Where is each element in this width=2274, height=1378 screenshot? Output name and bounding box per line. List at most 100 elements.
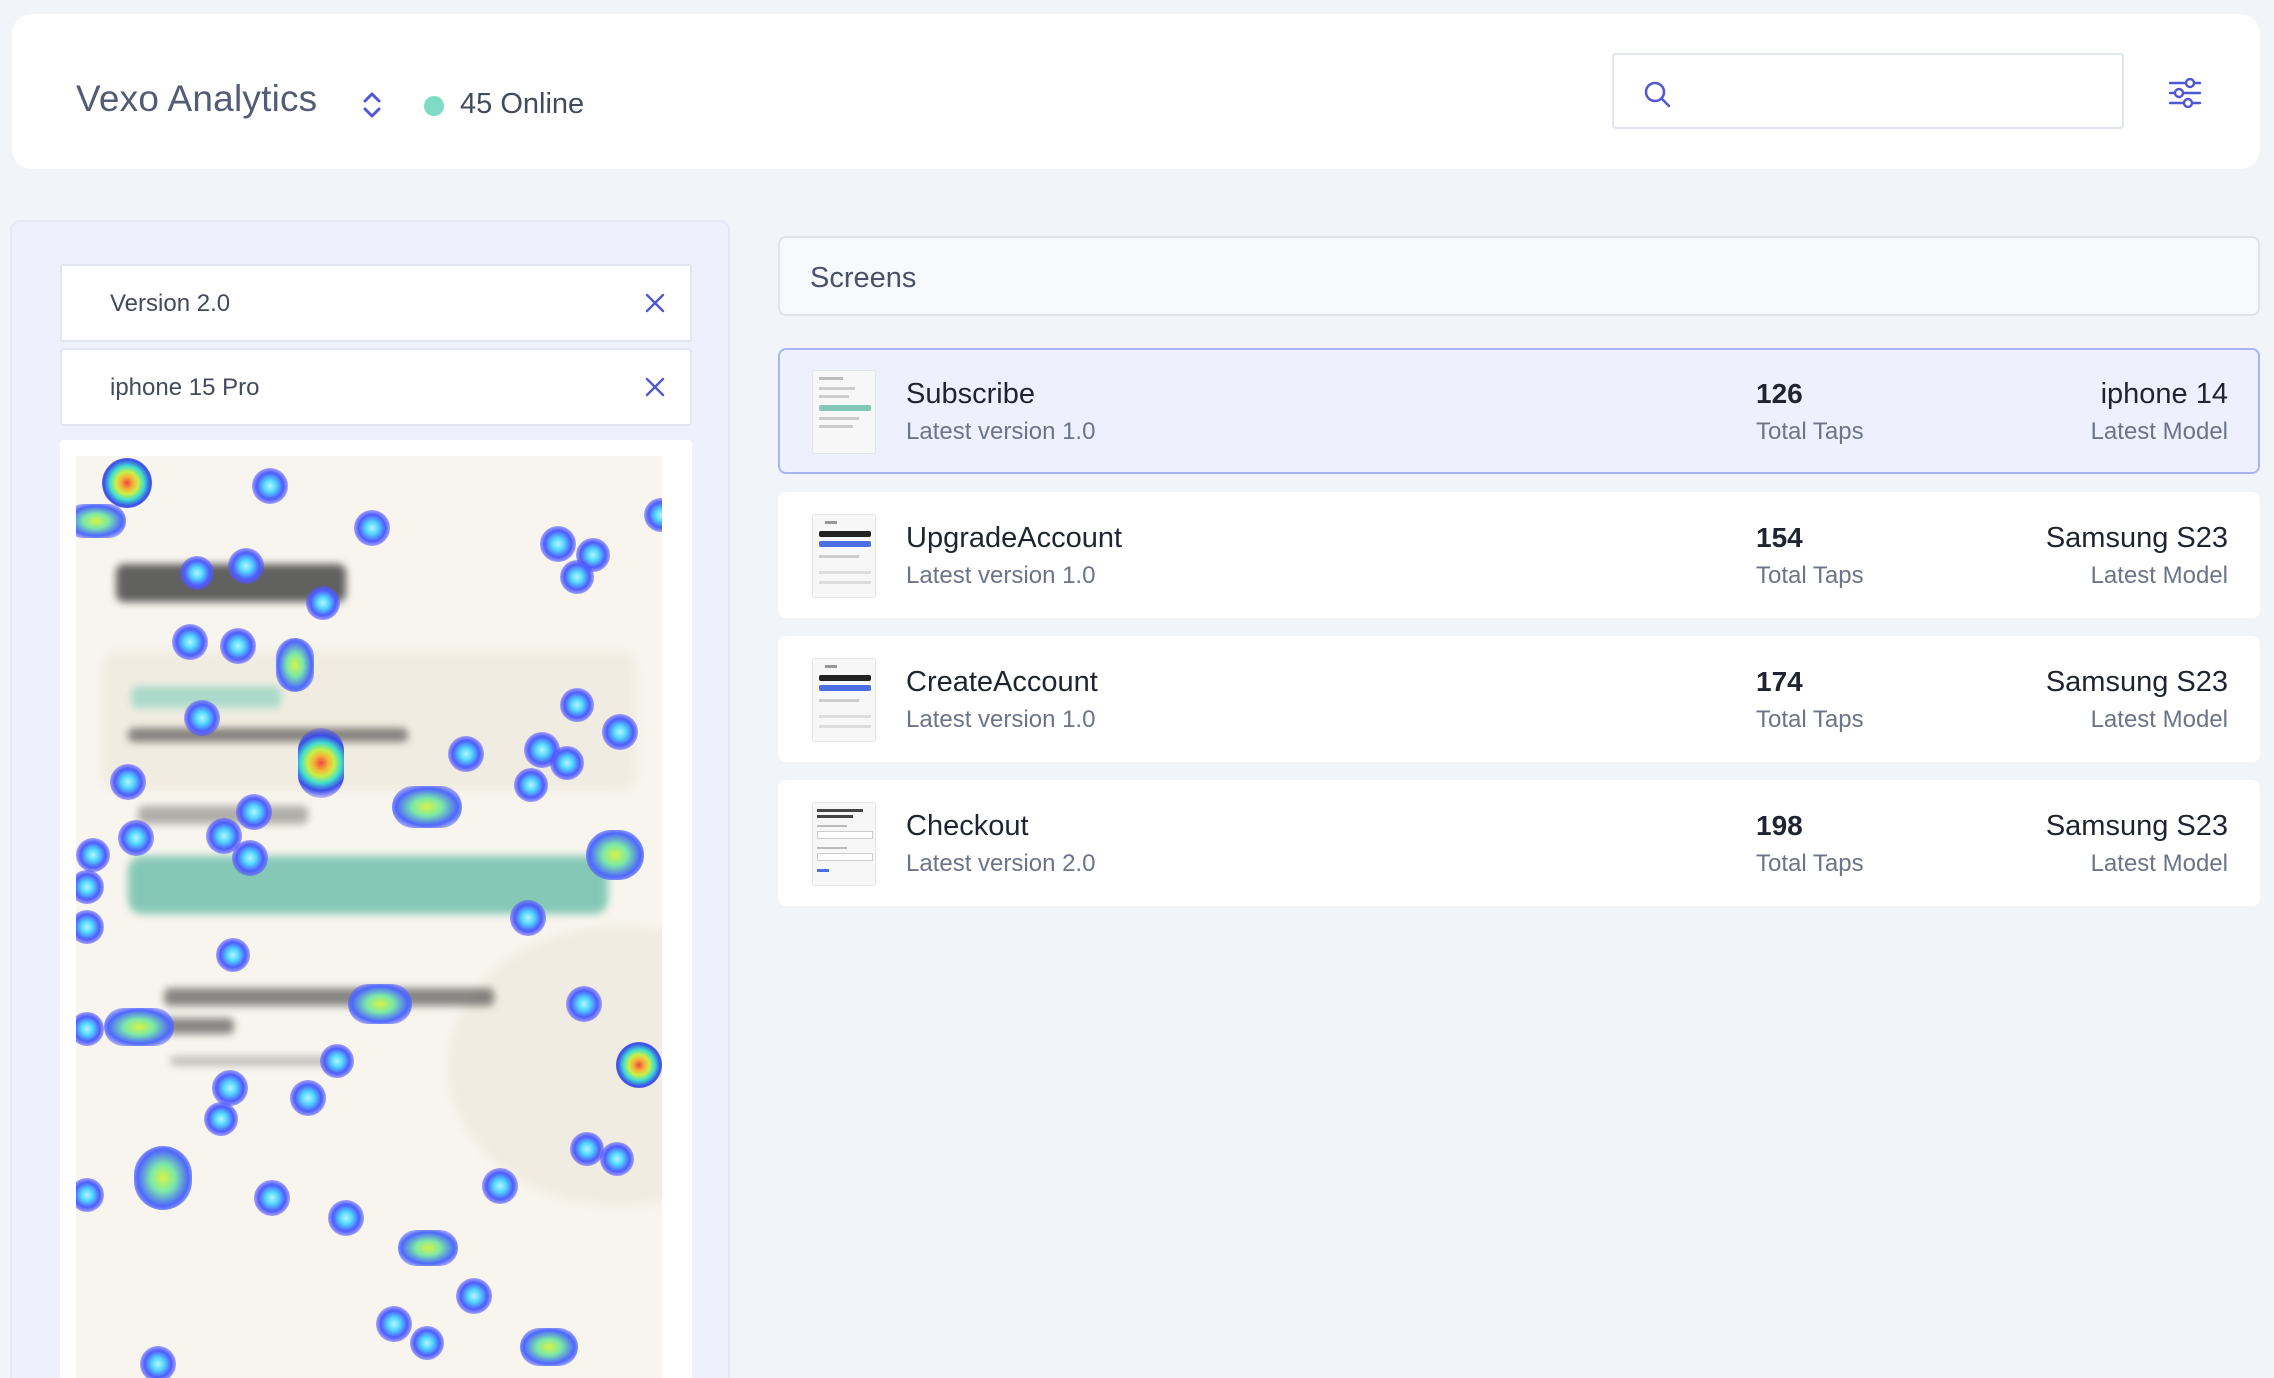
heatmap-spot — [232, 840, 268, 876]
heatmap-spot — [586, 830, 644, 880]
heatmap-spot — [392, 786, 462, 828]
search-icon — [1644, 81, 1671, 108]
heatmap-spot — [644, 498, 662, 532]
heatmap-spot — [616, 1042, 662, 1088]
heatmap-panel: Version 2.0 iphone 15 Pro — [10, 220, 730, 1378]
heatmap-spot — [348, 984, 412, 1024]
heatmap-spot — [134, 1146, 192, 1210]
blurred-text — [170, 1056, 330, 1066]
latest-model-label: Latest Model — [2090, 418, 2228, 445]
heatmap-spot — [184, 700, 220, 736]
heatmap-spot — [560, 560, 594, 594]
app-title: Vexo Analytics — [76, 78, 318, 119]
remove-filter-button[interactable] — [638, 370, 672, 404]
heatmap-spot — [456, 1278, 492, 1314]
heatmap-spot — [220, 628, 256, 664]
heatmap-spot — [550, 746, 584, 780]
screen-thumbnail — [812, 658, 876, 742]
heatmap-spot — [298, 728, 344, 798]
screen-version: Latest version 1.0 — [906, 562, 1096, 589]
close-icon — [645, 293, 665, 313]
online-status-dot — [424, 96, 444, 116]
heatmap-spot — [140, 1346, 176, 1378]
screen-name: Checkout — [906, 810, 1029, 842]
heatmap-spot — [110, 764, 146, 800]
heatmap-spot — [118, 820, 154, 856]
screen-row-upgradeaccount[interactable]: UpgradeAccount Latest version 1.0 154 To… — [778, 492, 2260, 618]
blurred-text — [164, 1018, 234, 1034]
filter-chip-device: iphone 15 Pro — [60, 348, 692, 426]
screen-name: Subscribe — [906, 378, 1035, 410]
screens-title: Screens — [810, 262, 917, 294]
search-box[interactable] — [1612, 53, 2124, 129]
remove-filter-button[interactable] — [638, 286, 672, 320]
heatmap-spot — [172, 624, 208, 660]
total-taps-value: 198 — [1756, 810, 1803, 841]
blurred-text — [164, 988, 494, 1006]
close-icon — [645, 377, 665, 397]
screen-row-checkout[interactable]: Checkout Latest version 2.0 198 Total Ta… — [778, 780, 2260, 906]
screen-row-createaccount[interactable]: CreateAccount Latest version 1.0 174 Tot… — [778, 636, 2260, 762]
heatmap-spot — [398, 1230, 458, 1266]
screen-version: Latest version 2.0 — [906, 850, 1096, 877]
blurred-text — [128, 728, 408, 742]
heatmap-spot — [104, 1008, 174, 1046]
heatmap-spot — [376, 1306, 412, 1342]
screen-version: Latest version 1.0 — [906, 418, 1096, 445]
total-taps-label: Total Taps — [1756, 706, 1864, 733]
latest-model-value: Samsung S23 — [2045, 522, 2228, 554]
screen-row-subscribe[interactable]: Subscribe Latest version 1.0 126 Total T… — [778, 348, 2260, 474]
screen-name: CreateAccount — [906, 666, 1098, 698]
heatmap-spot — [236, 794, 272, 830]
heatmap-spot — [306, 586, 340, 620]
screen-name: UpgradeAccount — [906, 522, 1123, 554]
heatmap-preview — [60, 440, 692, 1378]
latest-model-value: Samsung S23 — [2045, 810, 2228, 842]
total-taps-value: 154 — [1756, 522, 1803, 553]
heatmap-spot — [180, 556, 214, 590]
heatmap-spot — [76, 870, 104, 904]
heatmap-spot — [320, 1044, 354, 1078]
heatmap-spot — [514, 768, 548, 802]
chevron-up-down-icon — [363, 92, 381, 118]
heatmap-spot — [102, 458, 152, 508]
heatmap-spot — [482, 1168, 518, 1204]
heatmap-spot — [560, 688, 594, 722]
heatmap-spot — [520, 1328, 578, 1366]
filter-chip-version: Version 2.0 — [60, 264, 692, 342]
filters-button[interactable] — [2162, 72, 2208, 114]
latest-model-label: Latest Model — [2090, 562, 2228, 589]
total-taps-label: Total Taps — [1756, 562, 1864, 589]
heatmap-spot — [252, 468, 288, 504]
heatmap-spot — [570, 1132, 604, 1166]
screen-version: Latest version 1.0 — [906, 706, 1096, 733]
heatmap-spot — [410, 1326, 444, 1360]
screen-thumbnail — [812, 514, 876, 598]
heatmap-spot — [540, 526, 576, 562]
total-taps-label: Total Taps — [1756, 418, 1864, 445]
heatmap-spot — [76, 1012, 104, 1046]
heatmap-spot — [204, 1102, 238, 1136]
total-taps-value: 126 — [1756, 378, 1803, 409]
latest-model-value: iphone 14 — [2100, 378, 2228, 410]
heatmap-spot — [600, 1142, 634, 1176]
heatmap-spot — [566, 986, 602, 1022]
total-taps-value: 174 — [1756, 666, 1803, 697]
top-bar: Vexo Analytics 45 Online — [12, 14, 2260, 169]
latest-model-label: Latest Model — [2090, 850, 2228, 877]
heatmap-spot — [76, 838, 110, 872]
filter-chip-label: iphone 15 Pro — [110, 374, 260, 401]
latest-model-label: Latest Model — [2090, 706, 2228, 733]
sliders-icon — [2168, 78, 2202, 108]
search-input[interactable] — [1690, 69, 2100, 115]
filter-chip-label: Version 2.0 — [110, 290, 231, 317]
screen-thumbnail — [812, 370, 876, 454]
heatmap-canvas — [76, 456, 662, 1378]
heatmap-spot — [276, 638, 314, 692]
heatmap-spot — [448, 736, 484, 772]
heatmap-spot — [602, 714, 638, 750]
heatmap-spot — [328, 1200, 364, 1236]
app-switcher-button[interactable] — [358, 86, 386, 124]
heatmap-spot — [254, 1180, 290, 1216]
heatmap-spot — [212, 1070, 248, 1106]
